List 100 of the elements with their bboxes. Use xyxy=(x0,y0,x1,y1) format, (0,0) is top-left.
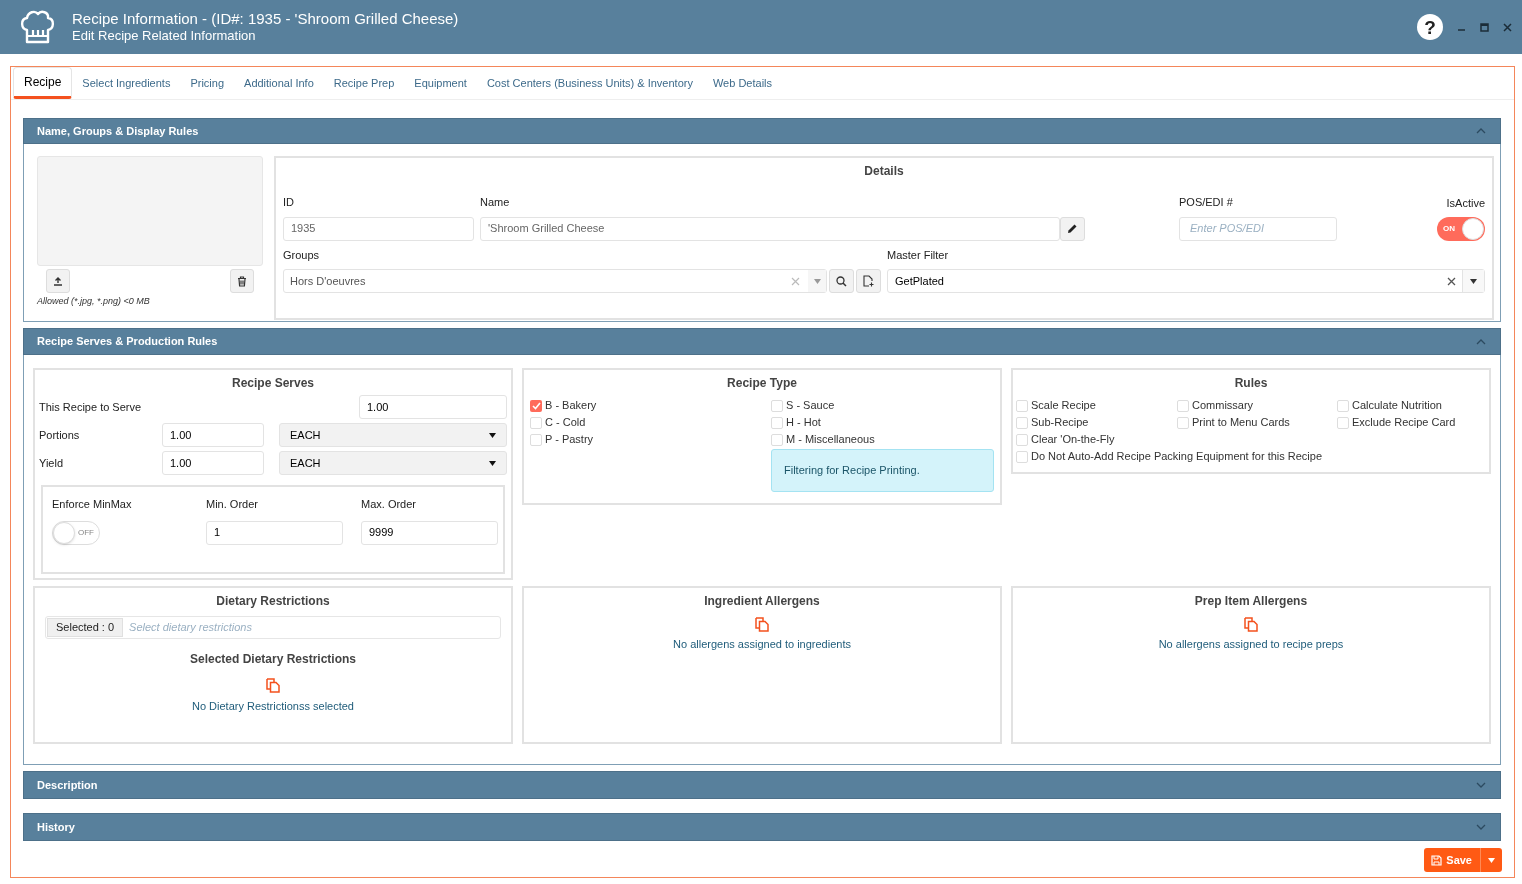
section-title: Name, Groups & Display Rules xyxy=(37,123,199,139)
input-field[interactable]: 1.00 xyxy=(162,451,264,475)
field-label: Groups xyxy=(283,247,321,263)
section-title: Description xyxy=(37,777,98,793)
checkbox[interactable]: M - Miscellaneous xyxy=(771,431,1000,448)
field-label: Yield xyxy=(39,455,65,471)
field-label: POS/EDI # xyxy=(1179,195,1234,210)
copy-icon xyxy=(755,617,769,632)
section-title: Recipe Serves & Production Rules xyxy=(37,334,218,350)
tab[interactable]: Web Details xyxy=(702,67,783,99)
info-note: Filtering for Recipe Printing. xyxy=(771,449,994,492)
tab[interactable]: Additional Info xyxy=(234,67,324,99)
tab[interactable]: Pricing xyxy=(180,67,235,99)
checkbox[interactable]: Print to Menu Cards xyxy=(1177,414,1337,431)
field-label: Name xyxy=(480,195,511,210)
tab[interactable]: Recipe xyxy=(13,67,73,99)
caret-icon xyxy=(1488,857,1495,863)
input-field[interactable]: 1.00 xyxy=(359,395,507,419)
field-label: Max. Order xyxy=(361,497,417,512)
select-value: GetPlated xyxy=(895,273,945,289)
tab[interactable]: Equipment xyxy=(404,67,477,99)
section-header[interactable]: Recipe Serves & Production Rules xyxy=(23,328,1501,355)
checkbox[interactable]: Do Not Auto-Add Recipe Packing Equipment for this Recipe xyxy=(1016,448,1489,465)
select-value: EACH xyxy=(290,427,321,443)
card-title: Prep Item Allergens xyxy=(1193,593,1309,610)
upload-button[interactable] xyxy=(46,269,70,293)
delete-button[interactable] xyxy=(230,269,254,293)
window-title: Recipe Information - (ID#: 1935 - 'Shroom Grilled Cheese) xyxy=(72,10,459,27)
card-title: Details xyxy=(863,163,905,180)
trash-icon xyxy=(237,275,247,287)
checkbox[interactable]: Scale Recipe xyxy=(1016,397,1177,414)
field-label: This Recipe to Serve xyxy=(39,399,143,415)
unit-select[interactable]: EACH xyxy=(279,423,507,447)
section-header[interactable]: History xyxy=(23,813,1501,841)
toggle-switch[interactable]: OFF xyxy=(52,520,100,545)
tab[interactable]: Cost Centers (Business Units) & Inventory xyxy=(476,67,703,99)
unit-select[interactable]: EACH xyxy=(279,451,507,475)
close-icon[interactable] xyxy=(1503,22,1512,32)
card-title: Recipe Type xyxy=(726,375,798,392)
copy-icon xyxy=(266,678,280,693)
field-label: Min. Order xyxy=(206,497,259,512)
input-field[interactable]: 1935 xyxy=(283,216,474,241)
maximize-icon[interactable] xyxy=(1480,22,1489,32)
input-field[interactable]: 'Shroom Grilled Cheese xyxy=(480,216,1060,241)
field-label: Portions xyxy=(39,427,81,443)
tab[interactable]: Recipe Prep xyxy=(323,67,405,99)
select-value: EACH xyxy=(290,455,321,471)
section-title: History xyxy=(37,819,75,835)
pencil-icon xyxy=(1067,223,1078,234)
card-title: Selected Dietary Restrictions xyxy=(188,651,358,668)
upload-icon xyxy=(53,276,63,286)
master-filter-select[interactable]: GetPlated xyxy=(887,269,1485,293)
field-label: Master Filter xyxy=(887,247,950,263)
help-button[interactable]: ? xyxy=(1417,14,1443,40)
collapse-icon[interactable] xyxy=(1476,128,1486,134)
tab[interactable]: Select Ingredients xyxy=(72,67,181,99)
expand-icon[interactable] xyxy=(1476,824,1486,830)
section-header[interactable]: Description xyxy=(23,771,1501,799)
checkbox[interactable]: Exclude Recipe Card xyxy=(1337,414,1489,431)
field-label: IsActive xyxy=(1446,196,1485,211)
selected-count: Selected : 0 xyxy=(47,618,124,637)
input-field[interactable]: 1 xyxy=(206,520,343,545)
select-value: Hors D'oeuvres xyxy=(290,273,367,289)
allowed-files-note: Allowed (*.jpg, *.png) <0 MB xyxy=(37,295,151,308)
search-icon xyxy=(836,275,847,287)
checkbox[interactable]: Calculate Nutrition xyxy=(1337,397,1489,414)
caret-icon[interactable] xyxy=(1470,278,1477,284)
checkbox[interactable]: C - Cold xyxy=(530,414,771,431)
search-button[interactable] xyxy=(829,269,854,293)
checkbox[interactable]: H - Hot xyxy=(771,414,1000,431)
save-icon xyxy=(1431,854,1443,866)
empty-message: No allergens assigned to recipe preps xyxy=(1157,637,1345,652)
caret-icon xyxy=(489,460,496,466)
section-header[interactable]: Name, Groups & Display Rules xyxy=(23,118,1501,144)
expand-icon[interactable] xyxy=(1476,782,1486,788)
input-field[interactable]: 1.00 xyxy=(162,423,264,447)
card-title: Ingredient Allergens xyxy=(703,593,821,610)
edit-button[interactable] xyxy=(1060,216,1085,241)
field-label: Enforce MinMax xyxy=(52,497,132,512)
card-title: Rules xyxy=(1233,375,1269,392)
checkbox[interactable]: Sub-Recipe xyxy=(1016,414,1177,431)
input-field[interactable]: 9999 xyxy=(361,520,498,545)
field-label: ID xyxy=(283,195,295,210)
collapse-icon[interactable] xyxy=(1476,338,1486,345)
checkbox[interactable]: Commissary xyxy=(1177,397,1337,414)
empty-message: No allergens assigned to ingredients xyxy=(672,637,852,652)
dietary-select[interactable]: Selected : 0 Select dietary restrictions xyxy=(45,616,501,639)
checkbox[interactable]: S - Sauce xyxy=(771,397,1000,414)
clear-icon[interactable] xyxy=(1447,276,1456,286)
empty-message: No Dietary Restrictionss selected xyxy=(191,699,355,714)
window-subtitle: Edit Recipe Related Information xyxy=(72,27,257,44)
copy-icon xyxy=(1244,617,1258,632)
select-placeholder: Select dietary restrictions xyxy=(129,620,252,636)
checkbox[interactable]: P - Pastry xyxy=(530,431,771,448)
checkbox[interactable]: Clear 'On-the-Fly xyxy=(1016,431,1489,448)
card-title: Dietary Restrictions xyxy=(215,593,331,610)
checkbox[interactable]: B - Bakery xyxy=(530,397,771,414)
caret-icon xyxy=(489,432,496,438)
card-title: Recipe Serves xyxy=(230,375,316,392)
new-document-icon xyxy=(863,275,874,287)
